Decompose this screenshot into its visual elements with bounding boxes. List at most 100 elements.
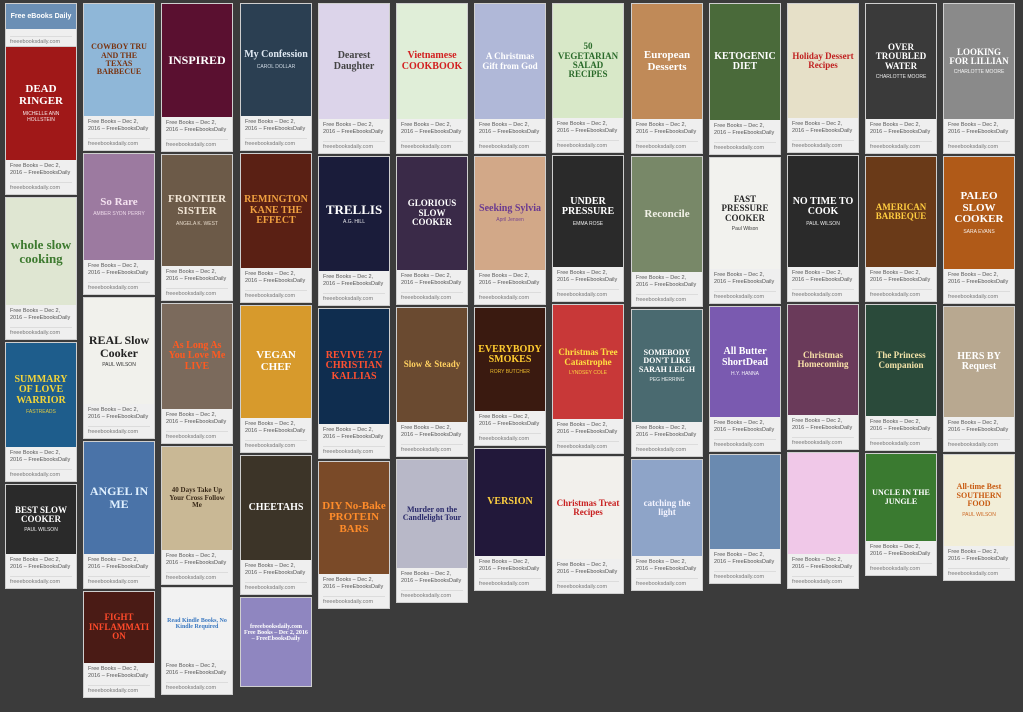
book-cover[interactable]: DEAD RINGER MICHELLE ANN HOLLSTEIN xyxy=(6,47,76,160)
book-card[interactable]: DEAD RINGER MICHELLE ANN HOLLSTEIN Free Bo… xyxy=(5,46,77,196)
book-card[interactable]: All Butter ShortDead H.Y. HANNA Free Books… xyxy=(709,306,781,453)
caption-title[interactable]: Free Books – Dec 2, 2016 – FreeEbooksDai… xyxy=(166,269,228,284)
book-cover[interactable]: HERS BY Request xyxy=(944,307,1014,417)
book-cover[interactable]: A Christmas Gift from God xyxy=(475,4,545,119)
book-card[interactable]: KETOGENIC DIET Free Books – Dec 2, 2016 –… xyxy=(709,3,781,156)
book-card[interactable]: UNCLE IN THE JUNGLE Free Books – Dec 2, 2… xyxy=(865,453,937,577)
book-card[interactable]: REAL Slow Cooker PAUL WILSON Free Books – … xyxy=(83,297,155,440)
book-cover[interactable]: VEGAN CHEF xyxy=(241,306,311,418)
book-card[interactable]: Free Books – Dec 2, 2016 – FreeEbooksDai… xyxy=(787,452,859,590)
book-cover[interactable]: UNCLE IN THE JUNGLE xyxy=(866,454,936,541)
caption-title[interactable]: Free Books – Dec 2, 2016 – FreeEbooksDai… xyxy=(245,563,307,578)
caption-title[interactable]: Free Books – Dec 2, 2016 – FreeEbooksDai… xyxy=(792,270,854,285)
book-card[interactable]: Seeking Sylvia April Jensen Free Books – D… xyxy=(474,156,546,306)
book-cover[interactable]: So Rare AMBER SYDN PERRY xyxy=(84,154,154,260)
book-card[interactable]: BEST SLOW COOKER PAUL WILSON Free Books – … xyxy=(5,484,77,590)
caption-title[interactable]: Free Books – Dec 2, 2016 – FreeEbooksDai… xyxy=(714,272,776,287)
book-card[interactable]: Free eBooks Daily freeebooksdaily.com xyxy=(5,3,77,50)
book-card[interactable]: 50 VEGETARIAN SALAD RECIPES Free Books – … xyxy=(552,3,624,154)
book-cover[interactable]: SUMMARY OF LOVE WARRIOR FASTREADS xyxy=(6,343,76,447)
book-cover[interactable]: All-time Best SOUTHERN FOOD PAUL WILSON xyxy=(944,455,1014,546)
book-cover[interactable]: Holiday Dessert Recipes xyxy=(788,4,858,118)
caption-title[interactable]: Free Books – Dec 2, 2016 – FreeEbooksDai… xyxy=(10,163,72,178)
book-card[interactable]: Read Kindle Books, No Kindle Required Fre… xyxy=(161,587,233,696)
caption-title[interactable]: Free Books – Dec 2, 2016 – FreeEbooksDai… xyxy=(479,414,541,429)
book-cover[interactable]: Dearest Daughter xyxy=(319,4,389,119)
caption-title[interactable]: Free Books – Dec 2, 2016 – FreeEbooksDai… xyxy=(401,571,463,586)
book-cover[interactable]: Vietnamese COOKBOOK xyxy=(397,4,467,119)
book-card[interactable]: A Christmas Gift from God Free Books – De… xyxy=(474,3,546,155)
book-cover[interactable]: PALEO SLOW COOKER SARA EVANS xyxy=(944,157,1014,269)
book-cover[interactable]: UNDER PRESSURE EMMA ROSE xyxy=(553,156,623,267)
book-card[interactable]: SOMEBODY DON'T LIKE SARAH LEIGH PEG HERRI… xyxy=(631,309,703,458)
book-cover[interactable] xyxy=(788,453,858,554)
book-card[interactable]: INSPIRED Free Books – Dec 2, 2016 – FreeE… xyxy=(161,3,233,153)
book-card[interactable]: TRELLIS A.G. HILL Free Books – Dec 2, 2016… xyxy=(318,156,390,307)
caption-title[interactable]: Free Books – Dec 2, 2016 – FreeEbooksDai… xyxy=(10,450,72,465)
caption-title[interactable]: Free Books – Dec 2, 2016 – FreeEbooksDai… xyxy=(792,121,854,136)
caption-title[interactable]: Free Books – Dec 2, 2016 – FreeEbooksDai… xyxy=(714,123,776,138)
book-card[interactable]: So Rare AMBER SYDN PERRY Free Books – Dec … xyxy=(83,153,155,296)
book-card[interactable]: REVIVE 717 CHRISTIAN KALLIAS Free Books –… xyxy=(318,308,390,460)
book-card[interactable]: HERS BY Request Free Books – Dec 2, 2016 … xyxy=(943,306,1015,453)
book-cover[interactable]: CHEETAHS xyxy=(241,456,311,560)
book-cover[interactable]: REAL Slow Cooker PAUL WILSON xyxy=(84,298,154,404)
book-card[interactable]: VERSION Free Books – Dec 2, 2016 – FreeEb… xyxy=(474,448,546,592)
book-card[interactable]: Free Books – Dec 2, 2016 – FreeEbooksDai… xyxy=(709,454,781,585)
book-cover[interactable]: FAST PRESSURE COOKER Paul Wilson xyxy=(710,158,780,269)
book-cover[interactable]: LOOKING FOR LILLIAN CHARLOTTE MOORE xyxy=(944,4,1014,119)
caption-title[interactable]: Free Books – Dec 2, 2016 – FreeEbooksDai… xyxy=(88,119,150,134)
book-cover[interactable]: Christmas Tree Catastrophe LYNDSEY COLE xyxy=(553,305,623,419)
caption-title[interactable]: Free Books – Dec 2, 2016 – FreeEbooksDai… xyxy=(714,420,776,435)
caption-title[interactable]: Free Books – Dec 2, 2016 – FreeEbooksDai… xyxy=(10,557,72,572)
book-cover[interactable]: European Desserts xyxy=(632,4,702,119)
book-cover[interactable]: OVER TROUBLED WATER CHARLOTTE MOORE xyxy=(866,4,936,119)
caption-title[interactable]: Free Books – Dec 2, 2016 – FreeEbooksDai… xyxy=(557,562,619,577)
caption-title[interactable]: Free Books – Dec 2, 2016 – FreeEbooksDai… xyxy=(636,122,698,137)
book-cover[interactable]: All Butter ShortDead H.Y. HANNA xyxy=(710,307,780,417)
book-card[interactable]: GLORIOUS SLOW COOKER Free Books – Dec 2, … xyxy=(396,156,468,306)
caption-title[interactable]: Free Books – Dec 2, 2016 – FreeEbooksDai… xyxy=(479,122,541,137)
book-cover[interactable]: The Princess Companion xyxy=(866,305,936,416)
book-card[interactable]: LOOKING FOR LILLIAN CHARLOTTE MOORE Free B… xyxy=(943,3,1015,155)
book-card[interactable]: freeebooksdaily.com Free Books – Dec 2, … xyxy=(240,597,312,687)
book-card[interactable]: AMERICAN BARBEQUE Free Books – Dec 2, 201… xyxy=(865,156,937,303)
caption-title[interactable]: Free Books – Dec 2, 2016 – FreeEbooksDai… xyxy=(636,425,698,440)
book-card[interactable]: PALEO SLOW COOKER SARA EVANS Free Books – … xyxy=(943,156,1015,305)
book-cover[interactable]: VERSION xyxy=(475,449,545,556)
caption-title[interactable]: Free Books – Dec 2, 2016 – FreeEbooksDai… xyxy=(88,666,150,681)
caption-title[interactable]: Free Books – Dec 2, 2016 – FreeEbooksDai… xyxy=(948,420,1010,435)
caption-title[interactable]: Free Books – Dec 2, 2016 – FreeEbooksDai… xyxy=(870,419,932,434)
book-card[interactable]: The Princess Companion Free Books – Dec 2… xyxy=(865,304,937,452)
book-cover[interactable]: BEST SLOW COOKER PAUL WILSON xyxy=(6,485,76,554)
caption-title[interactable]: Free Books – Dec 2, 2016 – FreeEbooksDai… xyxy=(948,122,1010,137)
caption-title[interactable]: Free Books – Dec 2, 2016 – FreeEbooksDai… xyxy=(166,663,228,678)
book-card[interactable]: FAST PRESSURE COOKER Paul Wilson Free Book… xyxy=(709,157,781,305)
book-cover[interactable]: REVIVE 717 CHRISTIAN KALLIAS xyxy=(319,309,389,424)
book-card[interactable]: UNDER PRESSURE EMMA ROSE Free Books – Dec … xyxy=(552,155,624,303)
caption-title[interactable]: Free Books – Dec 2, 2016 – FreeEbooksDai… xyxy=(636,559,698,574)
book-card[interactable]: REMINGTON KANE THE EFFECT Free Books – De… xyxy=(240,153,312,304)
caption-title[interactable]: Free Books – Dec 2, 2016 – FreeEbooksDai… xyxy=(792,557,854,572)
book-card[interactable]: VEGAN CHEF Free Books – Dec 2, 2016 – Fre… xyxy=(240,305,312,454)
book-card[interactable]: whole slow cooking Free Books – Dec 2, 20… xyxy=(5,197,77,341)
caption-title[interactable]: Free Books – Dec 2, 2016 – FreeEbooksDai… xyxy=(166,412,228,427)
book-cover[interactable]: INSPIRED xyxy=(162,4,232,117)
book-cover[interactable]: Free eBooks Daily xyxy=(6,4,76,29)
book-card[interactable]: Slow & Steady Free Books – Dec 2, 2016 – … xyxy=(396,307,468,458)
caption-title[interactable]: Free Books – Dec 2, 2016 – FreeEbooksDai… xyxy=(401,273,463,288)
caption-title[interactable]: Free Books – Dec 2, 2016 – FreeEbooksDai… xyxy=(870,270,932,285)
book-cover[interactable]: Slow & Steady xyxy=(397,308,467,422)
caption-title[interactable]: Free Books – Dec 2, 2016 – FreeEbooksDai… xyxy=(88,407,150,422)
book-card[interactable]: SUMMARY OF LOVE WARRIOR FASTREADS Free Boo… xyxy=(5,342,77,483)
book-cover[interactable]: AMERICAN BARBEQUE xyxy=(866,157,936,267)
caption-title[interactable]: Free Books – Dec 2, 2016 – FreeEbooksDai… xyxy=(948,549,1010,564)
caption-title[interactable]: Free Books – Dec 2, 2016 – FreeEbooksDai… xyxy=(10,308,72,323)
caption-title[interactable]: Free Books – Dec 2, 2016 – FreeEbooksDai… xyxy=(792,418,854,433)
book-cover[interactable]: As Long As You Love Me LIVE xyxy=(162,304,232,409)
book-card[interactable]: Christmas Tree Catastrophe LYNDSEY COLE Fr… xyxy=(552,304,624,455)
caption-title[interactable]: Free Books – Dec 2, 2016 – FreeEbooksDai… xyxy=(323,122,385,137)
book-cover[interactable]: GLORIOUS SLOW COOKER xyxy=(397,157,467,270)
book-card[interactable]: DIY No-Bake PROTEIN BARS Free Books – Dec… xyxy=(318,461,390,610)
book-cover[interactable]: NO TIME TO COOK PAUL WILSON xyxy=(788,156,858,267)
